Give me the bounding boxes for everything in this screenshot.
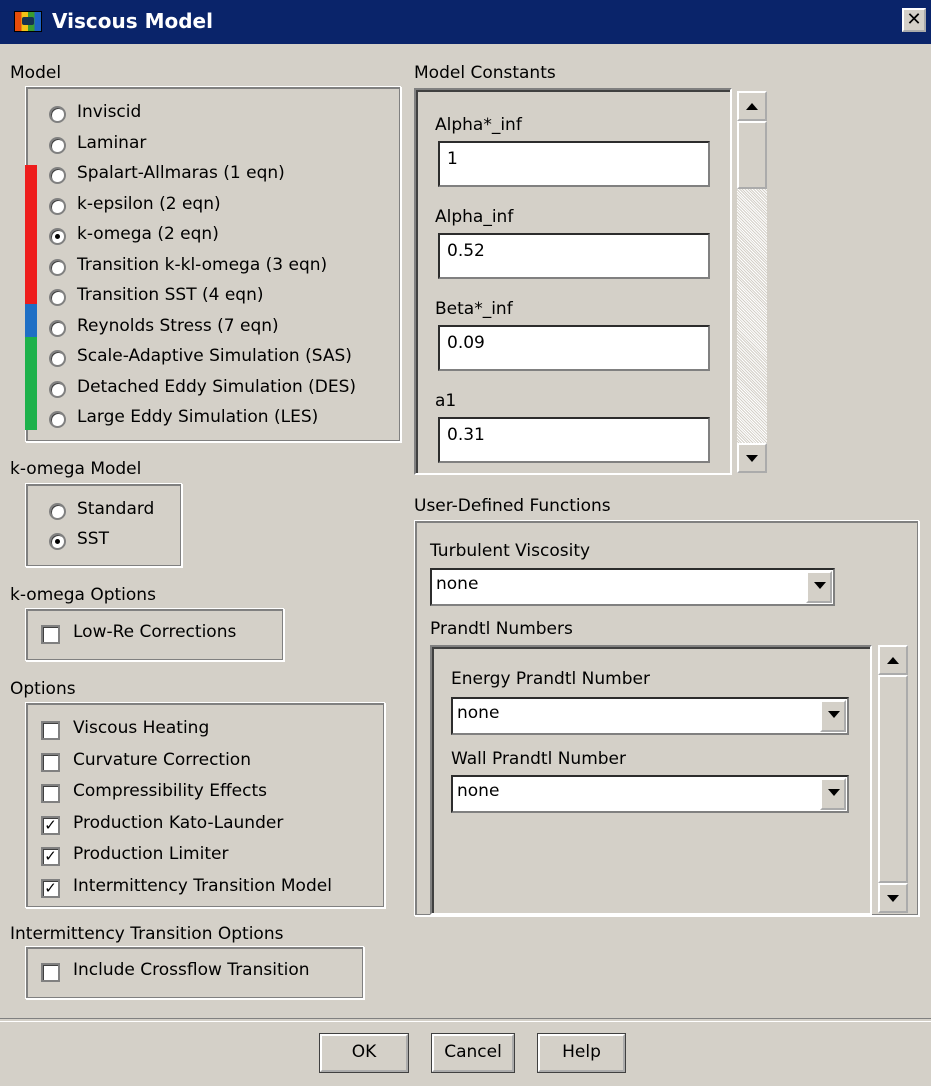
intermittency-label: Intermittency Transition Options xyxy=(10,924,284,944)
turbulent-viscosity-dropdown[interactable]: none xyxy=(430,568,835,606)
radio-button-icon[interactable] xyxy=(49,289,66,306)
checkbox-label: Production Limiter xyxy=(73,844,229,864)
checkbox-icon[interactable] xyxy=(41,752,60,772)
turbulent-viscosity-value: none xyxy=(436,574,479,594)
energy-prandtl-label: Energy Prandtl Number xyxy=(451,669,650,689)
scroll-thumb[interactable] xyxy=(737,121,767,189)
radio-label: Transition SST (4 eqn) xyxy=(77,285,264,305)
komega-options-label: k-omega Options xyxy=(10,585,156,605)
checkbox-icon[interactable] xyxy=(41,784,60,803)
radio-label: Reynolds Stress (7 eqn) xyxy=(77,315,279,336)
checkbox-icon[interactable] xyxy=(41,721,60,740)
checkbox-label: Viscous Heating xyxy=(73,718,210,738)
chevron-down-icon[interactable] xyxy=(820,778,846,810)
model-constants-panel: Alpha*_inf 1 Alpha_inf 0.52 Beta*_inf 0.09 a1 0… xyxy=(414,88,732,475)
model-constants-label: Model Constants xyxy=(414,63,556,83)
prandtl-panel: Energy Prandtl Number none Wall Prandtl … xyxy=(430,645,872,915)
checkbox-icon[interactable] xyxy=(41,625,60,644)
radio-label: Large Eddy Simulation (LES) xyxy=(77,407,319,427)
komega-model-label: k-omega Model xyxy=(10,459,142,479)
prandtl-scrollbar[interactable] xyxy=(878,645,908,913)
scroll-down-icon[interactable] xyxy=(737,443,767,473)
radio-button-icon[interactable] xyxy=(49,319,66,337)
radio-button-icon[interactable] xyxy=(49,197,66,215)
radio-button-icon[interactable] xyxy=(49,167,66,184)
checkbox-label: Production Kato-Launder xyxy=(73,812,284,833)
scroll-up-icon[interactable] xyxy=(737,91,767,121)
wall-prandtl-value: none xyxy=(457,781,500,801)
checkbox-label: Curvature Correction xyxy=(73,749,251,770)
radio-button-icon[interactable] xyxy=(49,350,66,367)
constant-label-alpha-inf: Alpha*_inf xyxy=(435,115,522,135)
app-logo-icon xyxy=(14,11,42,32)
radio-button-icon[interactable] xyxy=(49,258,66,276)
model-group: Inviscid Laminar Spalart-Allmaras (1 eqn) k… xyxy=(25,86,401,442)
udf-group: Turbulent Viscosity none Prandtl Numbers… xyxy=(414,520,919,916)
constants-scrollbar[interactable] xyxy=(737,91,767,473)
radio-label: Standard xyxy=(77,499,155,519)
window-title: Viscous Model xyxy=(52,9,213,33)
checkmark-icon[interactable]: ✓ xyxy=(41,878,60,898)
checkmark-icon[interactable]: ✓ xyxy=(41,847,60,866)
radio-button-icon[interactable] xyxy=(49,411,66,428)
checkmark-icon[interactable]: ✓ xyxy=(41,815,60,835)
ok-button[interactable]: OK xyxy=(319,1033,409,1073)
constant-label-beta-inf: Beta*_inf xyxy=(435,299,513,319)
radio-label: Scale-Adaptive Simulation (SAS) xyxy=(77,346,352,366)
radio-button-icon[interactable] xyxy=(49,106,66,123)
close-icon[interactable]: ✕ xyxy=(902,8,926,32)
constant-input-alpha-inf[interactable]: 1 xyxy=(438,141,710,187)
model-label: Model xyxy=(10,63,62,83)
constant-input-beta-inf[interactable]: 0.09 xyxy=(438,325,710,371)
checkbox-label: Intermittency Transition Model xyxy=(73,875,332,896)
radio-label: Inviscid xyxy=(77,102,142,122)
constant-input-a1[interactable]: 0.31 xyxy=(438,417,710,463)
title-bar: Viscous Model ✕ xyxy=(0,0,931,44)
radio-button-icon[interactable] xyxy=(49,503,66,520)
checkbox-icon[interactable] xyxy=(41,963,60,982)
radio-label: k-epsilon (2 eqn) xyxy=(77,193,221,214)
green-marker xyxy=(25,337,37,430)
prandtl-numbers-label: Prandtl Numbers xyxy=(430,619,573,639)
energy-prandtl-value: none xyxy=(457,703,500,723)
constant-label-alpha-inf: Alpha_inf xyxy=(435,207,514,227)
red-marker xyxy=(25,165,37,304)
radio-button-icon[interactable] xyxy=(49,380,66,398)
energy-prandtl-dropdown[interactable]: none xyxy=(451,697,849,735)
checkbox-label: Low-Re Corrections xyxy=(73,622,237,642)
checkbox-label: Compressibility Effects xyxy=(73,781,268,801)
options-label: Options xyxy=(10,679,76,699)
radio-label: Detached Eddy Simulation (DES) xyxy=(77,376,357,397)
radio-button-icon[interactable] xyxy=(49,136,66,154)
wall-prandtl-label: Wall Prandtl Number xyxy=(451,749,626,769)
blue-marker xyxy=(25,304,37,337)
intermittency-group: Include Crossflow Transition xyxy=(25,946,364,999)
radio-label: k-omega (2 eqn) xyxy=(77,224,219,244)
scroll-thumb[interactable] xyxy=(878,675,908,883)
radio-label: SST xyxy=(77,529,109,549)
help-button[interactable]: Help xyxy=(537,1033,626,1073)
radio-label: Spalart-Allmaras (1 eqn) xyxy=(77,163,285,183)
komega-model-group: Standard SST xyxy=(25,483,182,567)
radio-label: Laminar xyxy=(77,132,147,153)
chevron-down-icon[interactable] xyxy=(806,571,832,603)
udf-label: User-Defined Functions xyxy=(414,496,611,516)
checkbox-label: Include Crossflow Transition xyxy=(73,960,310,980)
constant-label-a1: a1 xyxy=(435,391,457,411)
cancel-button[interactable]: Cancel xyxy=(431,1033,515,1073)
separator xyxy=(0,1018,931,1022)
scroll-down-icon[interactable] xyxy=(878,883,908,913)
radio-button-icon[interactable] xyxy=(49,533,66,550)
scroll-up-icon[interactable] xyxy=(878,645,908,675)
constant-input-alpha-inf[interactable]: 0.52 xyxy=(438,233,710,279)
wall-prandtl-dropdown[interactable]: none xyxy=(451,775,849,813)
radio-button-icon[interactable] xyxy=(49,228,66,245)
komega-options-group: Low-Re Corrections xyxy=(25,608,284,661)
chevron-down-icon[interactable] xyxy=(820,700,846,732)
radio-label: Transition k-kl-omega (3 eqn) xyxy=(77,254,328,275)
options-group: Viscous Heating Curvature Correction Compr… xyxy=(25,702,385,908)
turbulent-viscosity-label: Turbulent Viscosity xyxy=(430,541,591,561)
